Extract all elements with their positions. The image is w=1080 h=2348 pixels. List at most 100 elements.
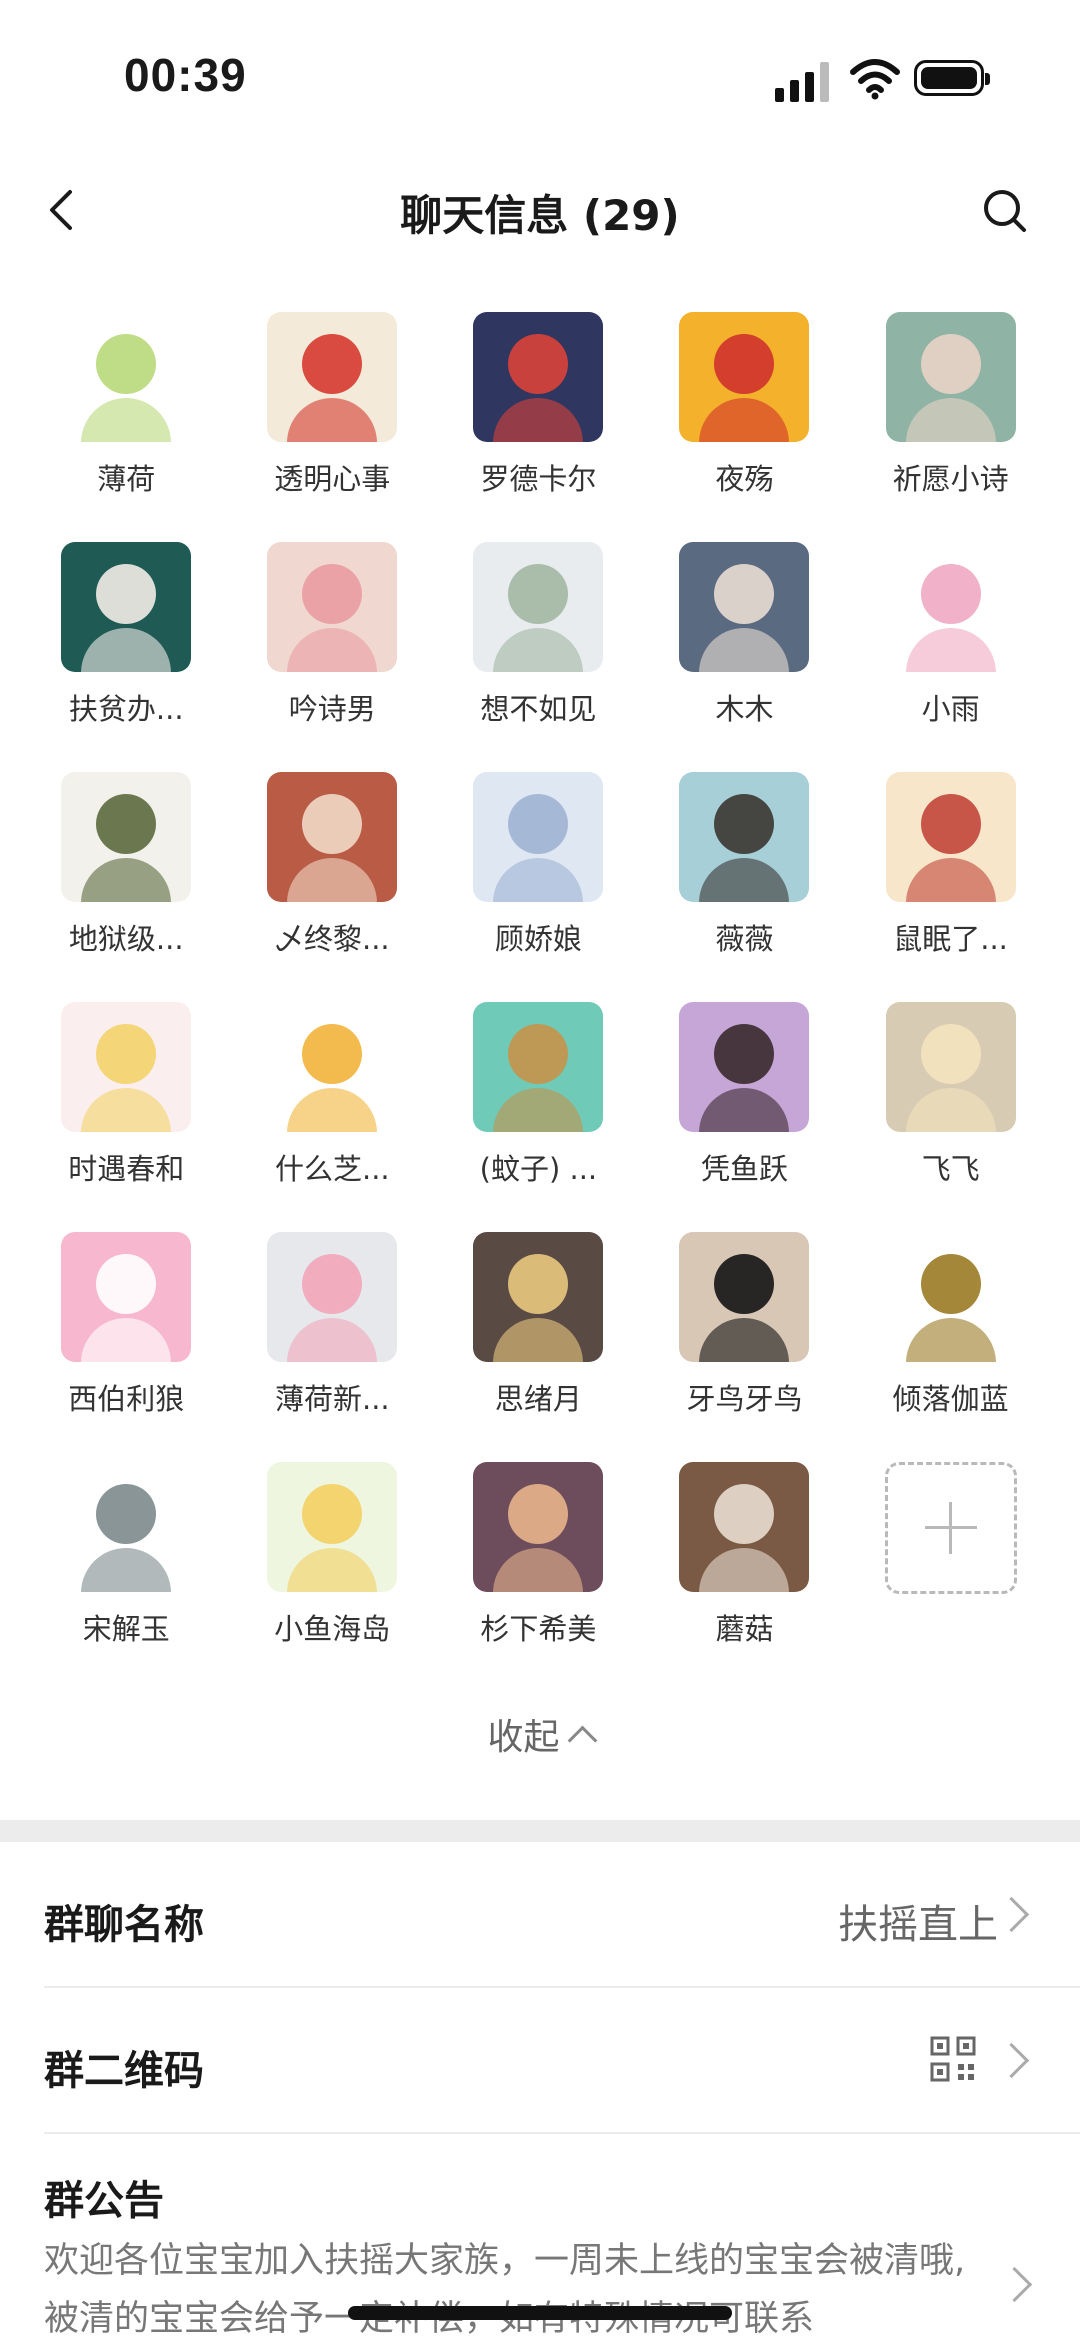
qr-code-icon	[930, 2036, 976, 2082]
member-item[interactable]: 蘑菇	[659, 1461, 829, 1648]
member-name: 思绪月	[494, 1381, 582, 1416]
member-avatar	[885, 541, 1016, 672]
member-item[interactable]: 宋解玉	[41, 1461, 211, 1648]
member-avatar	[473, 1001, 604, 1132]
member-avatar	[885, 771, 1016, 902]
member-item[interactable]: (蚊子) ...	[453, 1001, 623, 1188]
member-item[interactable]: 牙鸟牙鸟	[659, 1231, 829, 1418]
group-name-row[interactable]: 群聊名称 扶摇直上	[44, 1842, 1080, 1988]
member-avatar	[473, 1461, 604, 1592]
member-avatar	[267, 771, 398, 902]
member-name: 薇薇	[715, 921, 774, 956]
member-name: 顾娇娘	[494, 921, 582, 956]
member-item[interactable]: 小鱼海岛	[247, 1461, 417, 1648]
chevron-right-icon	[993, 2042, 1030, 2079]
member-name: 扶贫办...	[68, 691, 184, 726]
member-item[interactable]: 地狱级...	[41, 771, 211, 958]
group-qr-label: 群二维码	[44, 2048, 204, 2094]
member-avatar	[267, 1461, 398, 1592]
member-item[interactable]: 什么芝...	[247, 1001, 417, 1188]
group-name-value: 扶摇直上	[838, 1902, 998, 1948]
member-name: 西伯利狼	[68, 1381, 185, 1416]
chevron-right-icon	[993, 1896, 1030, 1933]
member-avatar	[267, 541, 398, 672]
nav-bar: 聊天信息 (29)	[0, 160, 1080, 260]
member-item[interactable]: 顾娇娘	[453, 771, 623, 958]
member-item[interactable]: 思绪月	[453, 1231, 623, 1418]
member-avatar	[267, 1231, 398, 1362]
member-item[interactable]: 薇薇	[659, 771, 829, 958]
chevron-up-icon	[567, 1725, 597, 1756]
member-avatar	[267, 1001, 398, 1132]
member-item[interactable]: 凭鱼跃	[659, 1001, 829, 1188]
collapse-button[interactable]: 收起	[0, 1708, 1080, 1760]
member-name: 鼠眠了...	[893, 921, 1008, 956]
member-name: 薄荷	[97, 462, 156, 496]
member-avatar	[61, 1001, 192, 1132]
member-name: 吟诗男	[288, 691, 376, 726]
member-item[interactable]: 鼠眠了...	[866, 771, 1036, 958]
section-divider	[0, 1820, 1080, 1842]
member-name: 倾落伽蓝	[892, 1381, 1009, 1416]
member-avatar	[885, 1001, 1016, 1132]
member-item[interactable]: 杉下希美	[453, 1461, 623, 1648]
member-avatar	[267, 312, 398, 442]
member-avatar	[679, 312, 810, 442]
member-name: 地狱级...	[68, 921, 184, 956]
member-avatar	[473, 541, 604, 672]
member-item[interactable]: 西伯利狼	[41, 1231, 211, 1418]
add-member-button[interactable]	[866, 1461, 1036, 1594]
group-notice-label[interactable]: 群公告	[44, 2168, 164, 2226]
member-name: (蚊子) ...	[479, 1151, 598, 1186]
member-avatar	[679, 541, 810, 672]
member-item[interactable]: 祈愿小诗	[866, 312, 1036, 498]
member-name: 想不如见	[480, 691, 597, 726]
status-bar: 00:39	[0, 0, 1080, 150]
member-name: 杉下希美	[480, 1611, 597, 1646]
home-indicator[interactable]	[348, 2306, 732, 2320]
member-avatar	[679, 1461, 810, 1592]
member-avatar	[885, 312, 1016, 442]
member-name: 小鱼海岛	[274, 1611, 391, 1646]
row-divider	[44, 2132, 1080, 2134]
member-item[interactable]: 乄终黎...	[247, 771, 417, 958]
member-item[interactable]: 小雨	[866, 541, 1036, 728]
member-item[interactable]: 飞飞	[866, 1001, 1036, 1188]
member-item[interactable]: 想不如见	[453, 541, 623, 728]
member-item[interactable]: 夜殇	[659, 312, 829, 498]
member-name: 牙鸟牙鸟	[686, 1381, 803, 1416]
wifi-icon	[850, 59, 900, 100]
member-name: 小雨	[921, 691, 980, 726]
member-item[interactable]: 罗德卡尔	[453, 312, 623, 498]
member-avatar	[61, 541, 192, 672]
member-avatar	[679, 1231, 810, 1362]
member-name: 木木	[715, 691, 774, 726]
chevron-right-icon[interactable]	[996, 2266, 1033, 2303]
member-avatar	[885, 1231, 1016, 1362]
member-name: 宋解玉	[82, 1611, 170, 1646]
member-item[interactable]: 吟诗男	[247, 541, 417, 728]
member-name: 什么芝...	[274, 1151, 390, 1186]
member-item[interactable]: 扶贫办...	[41, 541, 211, 728]
group-qr-row[interactable]: 群二维码	[44, 1988, 1080, 2134]
cellular-signal-icon	[775, 60, 831, 102]
group-name-label: 群聊名称	[44, 1902, 204, 1948]
member-item[interactable]: 倾落伽蓝	[866, 1231, 1036, 1418]
member-item[interactable]: 透明心事	[247, 312, 417, 498]
plus-icon	[884, 1461, 1017, 1594]
member-name: 薄荷新...	[274, 1381, 390, 1416]
member-avatar	[61, 771, 192, 902]
page-title: 聊天信息 (29)	[400, 191, 680, 240]
member-name: 乄终黎...	[274, 921, 390, 956]
member-name: 蘑菇	[715, 1611, 774, 1646]
member-avatar	[473, 771, 604, 902]
search-icon[interactable]	[978, 180, 1032, 240]
member-item[interactable]: 时遇春和	[41, 1001, 211, 1188]
group-notice-text: 欢迎各位宝宝加入扶摇大家族，一周未上线的宝宝会被清哦,被清的宝宝会给予一定补偿，…	[44, 2241, 966, 2339]
member-name: 凭鱼跃	[700, 1151, 788, 1186]
member-item[interactable]: 薄荷新...	[247, 1231, 417, 1418]
member-name: 罗德卡尔	[480, 462, 597, 496]
status-time: 00:39	[124, 49, 247, 101]
member-item[interactable]: 薄荷	[41, 312, 211, 498]
member-item[interactable]: 木木	[659, 541, 829, 728]
